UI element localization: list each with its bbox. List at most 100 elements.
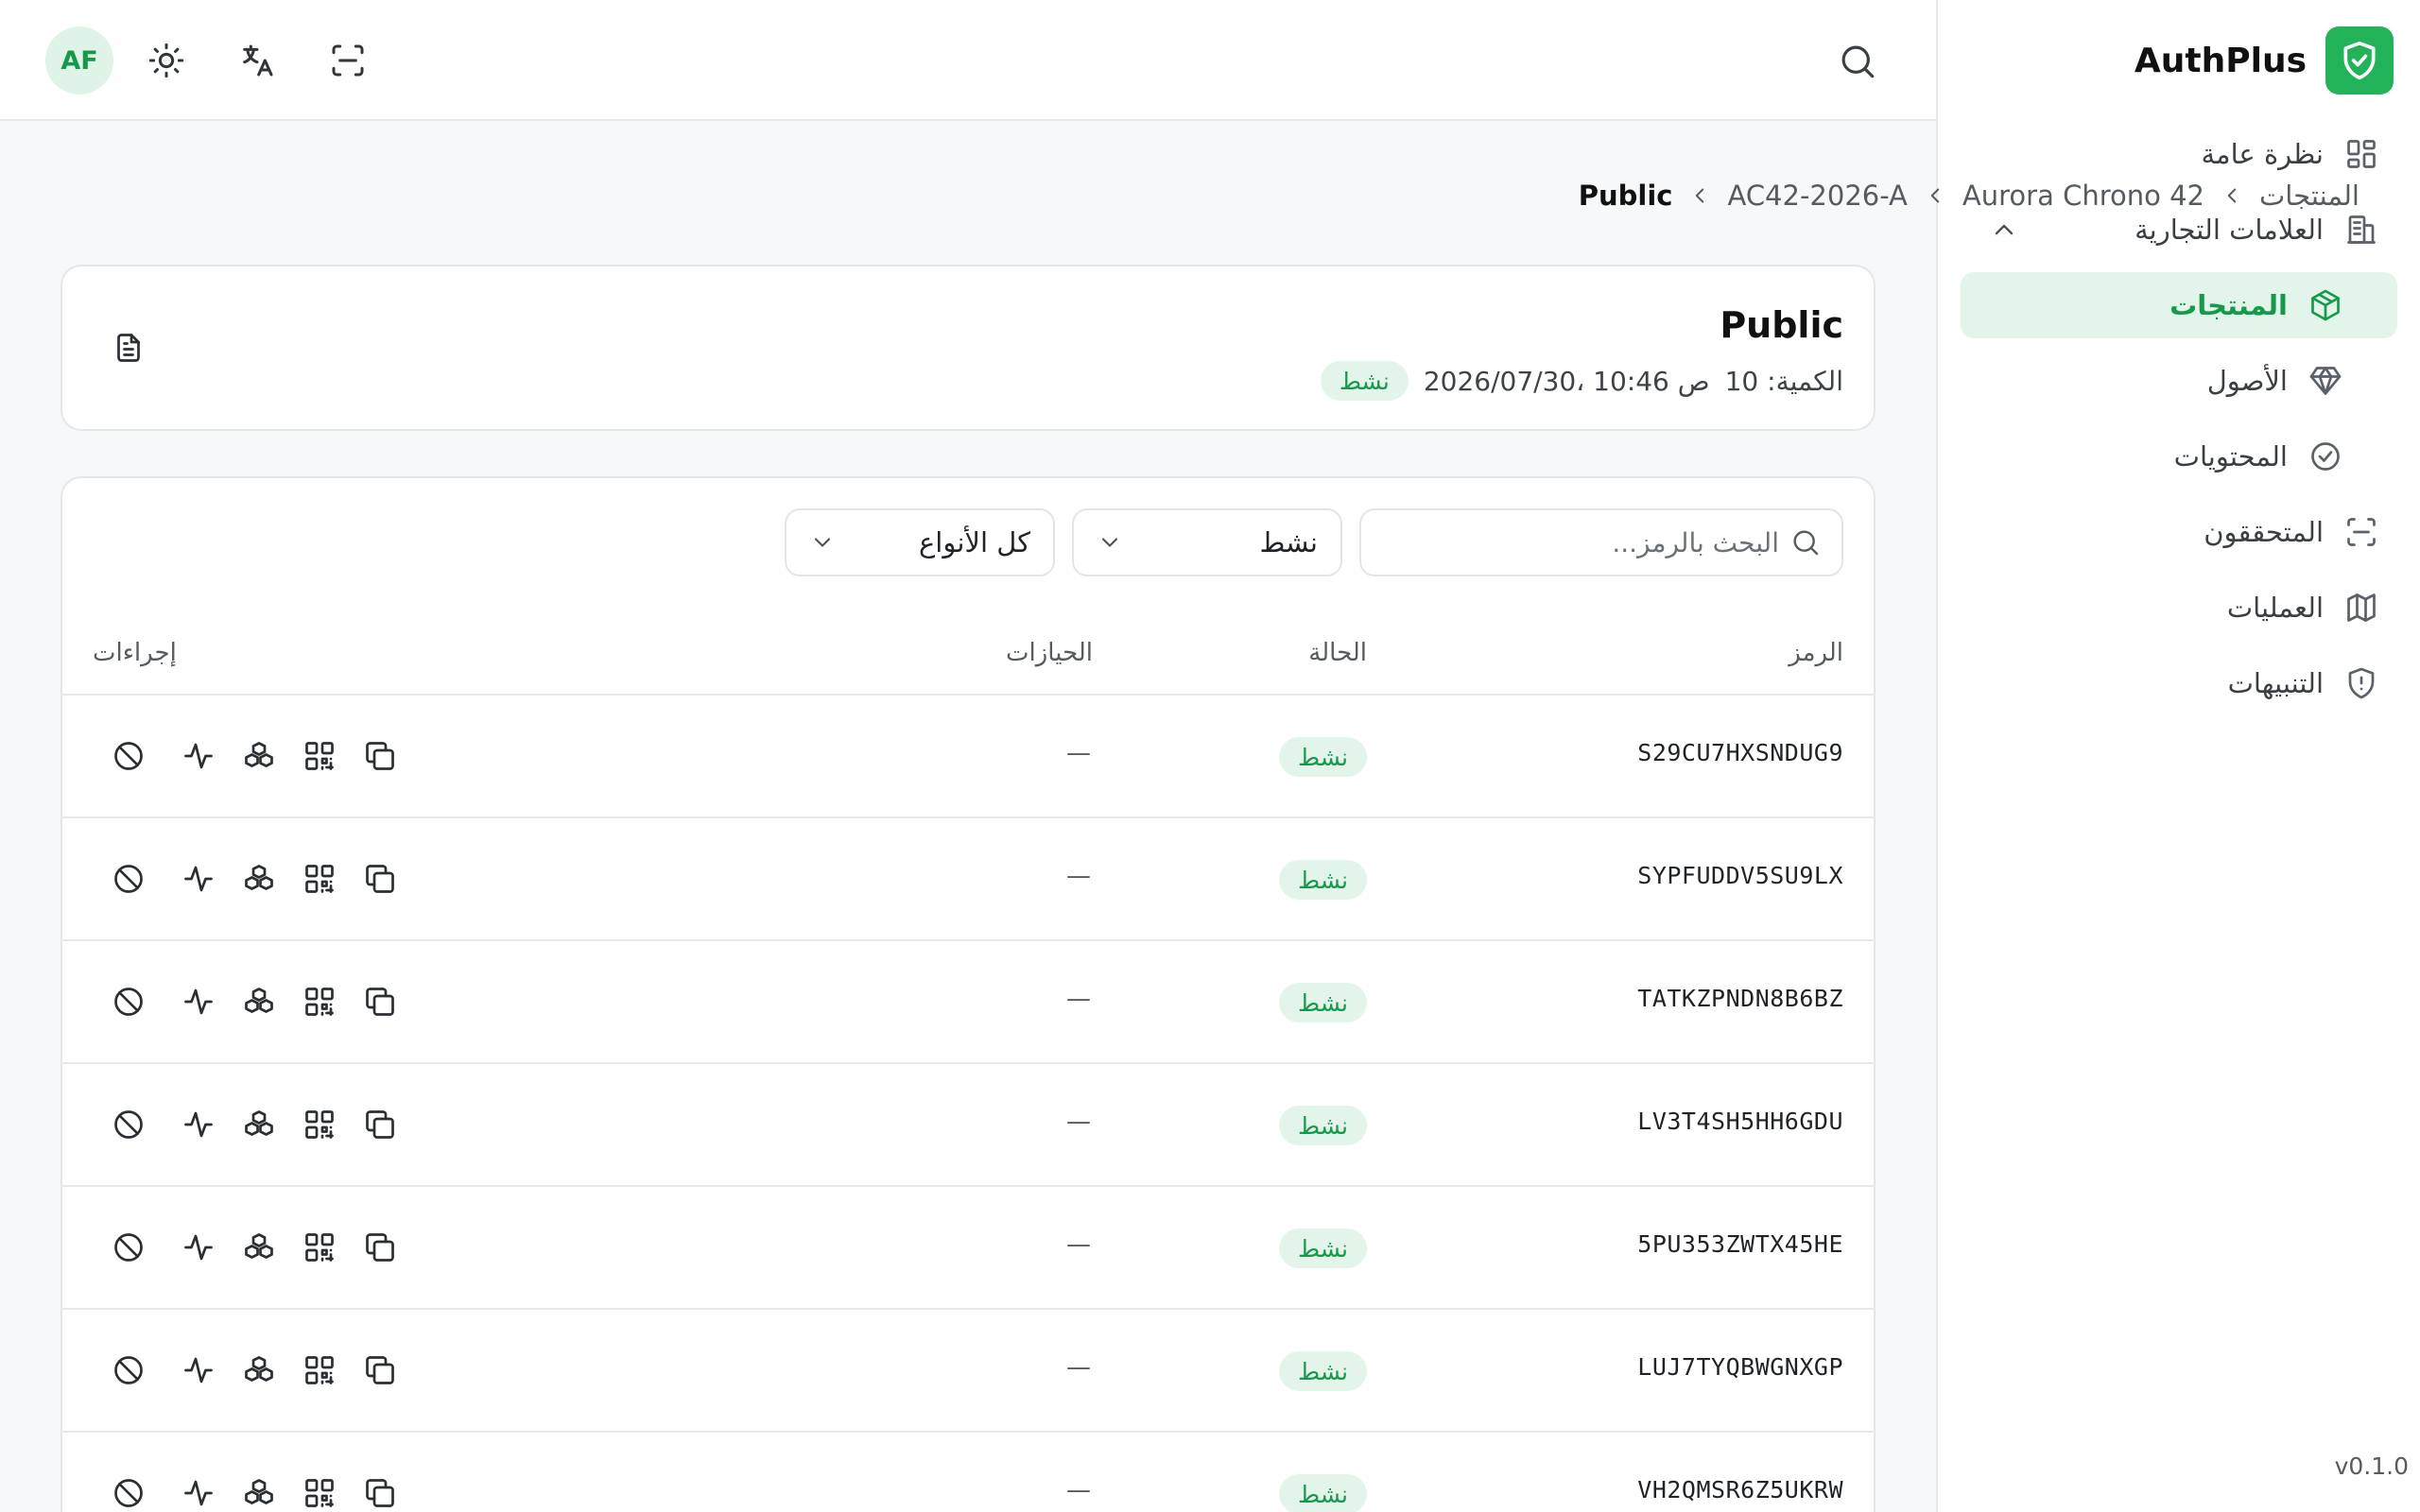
copy-icon[interactable]	[363, 1353, 397, 1387]
shield-alert-icon	[2344, 666, 2378, 700]
table-row: TATKZPNDN8B6BZ نشط —	[62, 941, 1874, 1064]
holdings-cell: —	[1066, 1230, 1091, 1259]
chevron-left-icon	[2220, 183, 2244, 208]
grid-icon	[2344, 137, 2378, 171]
search-icon	[1790, 527, 1821, 558]
sidebar: AuthPlus نظرة عامة العلامات التجارية الم…	[1936, 0, 2420, 1512]
disable-icon[interactable]	[112, 739, 146, 773]
qr-code-icon[interactable]	[302, 1108, 337, 1142]
chevron-up-icon[interactable]	[1989, 215, 2019, 245]
boxes-icon[interactable]	[242, 985, 276, 1019]
activity-icon[interactable]	[182, 1353, 216, 1387]
disable-icon[interactable]	[112, 1476, 146, 1510]
brand[interactable]: AuthPlus	[2135, 26, 2394, 94]
boxes-icon[interactable]	[242, 739, 276, 773]
boxes-icon[interactable]	[242, 1476, 276, 1510]
boxes-icon[interactable]	[242, 1353, 276, 1387]
sidebar-item-contents[interactable]: المحتويات	[1961, 423, 2397, 490]
code-cell: S29CU7HXSNDUG9	[1637, 739, 1843, 766]
code-cell: TATKZPNDN8B6BZ	[1637, 985, 1843, 1012]
copy-icon[interactable]	[363, 1108, 397, 1142]
status-badge: نشط	[1279, 1106, 1367, 1145]
holdings-cell: —	[1066, 739, 1091, 767]
qr-code-icon[interactable]	[302, 739, 337, 773]
table-row: LV3T4SH5HH6GDU نشط —	[62, 1064, 1874, 1187]
check-circle-icon	[2308, 439, 2342, 473]
code-cell: VH2QMSR6Z5UKRW	[1637, 1476, 1843, 1503]
activity-icon[interactable]	[182, 739, 216, 773]
table-row: SYPFUDDV5SU9LX نشط —	[62, 818, 1874, 941]
activity-icon[interactable]	[182, 1108, 216, 1142]
brand-name: AuthPlus	[2134, 41, 2307, 80]
row-actions	[112, 1476, 397, 1510]
sidebar-item-alerts[interactable]: التنبيهات	[1961, 650, 2397, 716]
qr-code-icon[interactable]	[302, 1230, 337, 1264]
breadcrumb-item-products[interactable]: المنتجات	[2259, 180, 2360, 212]
sidebar-item-products[interactable]: المنتجات	[1961, 272, 2397, 338]
activity-icon[interactable]	[182, 1476, 216, 1510]
disable-icon[interactable]	[112, 1230, 146, 1264]
boxes-icon[interactable]	[242, 1108, 276, 1142]
status-badge: نشط	[1279, 983, 1367, 1022]
code-cell: SYPFUDDV5SU9LX	[1637, 862, 1843, 889]
copy-icon[interactable]	[363, 985, 397, 1019]
activity-icon[interactable]	[182, 862, 216, 896]
breadcrumb-item-product[interactable]: Aurora Chrono 42	[1962, 180, 2204, 212]
column-header-code: الرمز	[1789, 639, 1843, 667]
codes-table-card: نشط كل الأنواع الرمز الحالة الحيازات إجر…	[60, 476, 1876, 1512]
sun-icon[interactable]	[147, 42, 185, 79]
group-header-card: Public الكمية: 10 2026/07/30، 10:46 ص نش…	[60, 265, 1876, 431]
qr-code-icon[interactable]	[302, 1353, 337, 1387]
sidebar-item-operations[interactable]: العمليات	[1961, 575, 2397, 641]
code-cell: LUJ7TYQBWGNXGP	[1637, 1353, 1843, 1381]
sidebar-item-label: المحتويات	[2173, 440, 2288, 472]
code-search-box[interactable]	[1359, 508, 1843, 576]
status-filter-select[interactable]: نشط	[1072, 508, 1342, 576]
sidebar-nav: نظرة عامة العلامات التجارية المنتجات الأ…	[1961, 121, 2397, 726]
copy-icon[interactable]	[363, 739, 397, 773]
search-icon[interactable]	[1838, 42, 1877, 81]
chevron-down-icon	[1097, 529, 1123, 556]
status-badge: نشط	[1279, 1228, 1367, 1268]
disable-icon[interactable]	[112, 1108, 146, 1142]
quantity-label: الكمية: 10	[1724, 365, 1843, 397]
row-actions	[112, 1353, 397, 1387]
qr-code-icon[interactable]	[302, 985, 337, 1019]
type-filter-value: كل الأنواع	[919, 526, 1030, 558]
type-filter-select[interactable]: كل الأنواع	[785, 508, 1055, 576]
qr-code-icon[interactable]	[302, 1476, 337, 1510]
status-badge: نشط	[1279, 1474, 1367, 1512]
translate-icon[interactable]	[238, 42, 276, 79]
holdings-cell: —	[1066, 985, 1091, 1013]
document-icon[interactable]	[112, 331, 146, 365]
table-row: S29CU7HXSNDUG9 نشط —	[62, 696, 1874, 818]
activity-icon[interactable]	[182, 985, 216, 1019]
holdings-cell: —	[1066, 1476, 1091, 1504]
breadcrumb-item-batch[interactable]: AC42-2026-A	[1727, 180, 1907, 212]
disable-icon[interactable]	[112, 985, 146, 1019]
scan-icon[interactable]	[329, 42, 367, 79]
avatar[interactable]: AF	[45, 26, 113, 94]
sidebar-item-label: العمليات	[2226, 592, 2324, 624]
holdings-cell: —	[1066, 1108, 1091, 1136]
boxes-icon[interactable]	[242, 862, 276, 896]
sidebar-item-verifiers[interactable]: المتحققون	[1961, 499, 2397, 565]
qr-code-icon[interactable]	[302, 862, 337, 896]
activity-icon[interactable]	[182, 1230, 216, 1264]
disable-icon[interactable]	[112, 862, 146, 896]
row-actions	[112, 1230, 397, 1264]
status-badge: نشط	[1279, 860, 1367, 900]
sidebar-item-overview[interactable]: نظرة عامة	[1961, 121, 2397, 187]
copy-icon[interactable]	[363, 862, 397, 896]
column-header-holdings: الحيازات	[1006, 639, 1093, 667]
boxes-icon[interactable]	[242, 1230, 276, 1264]
sidebar-item-assets[interactable]: الأصول	[1961, 348, 2397, 414]
code-search-input[interactable]	[1382, 526, 1779, 558]
holdings-cell: —	[1066, 862, 1091, 890]
code-cell: LV3T4SH5HH6GDU	[1637, 1108, 1843, 1135]
created-datetime: 2026/07/30، 10:46 ص	[1423, 365, 1710, 397]
copy-icon[interactable]	[363, 1230, 397, 1264]
copy-icon[interactable]	[363, 1476, 397, 1510]
sidebar-item-label: الأصول	[2206, 365, 2288, 397]
disable-icon[interactable]	[112, 1353, 146, 1387]
